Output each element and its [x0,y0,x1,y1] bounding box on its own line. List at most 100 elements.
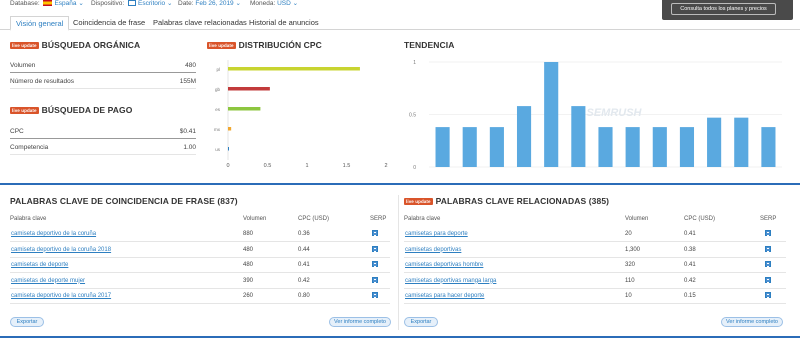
column-separator [398,195,399,330]
col-serp: SERP [760,216,777,222]
category-label: gb [215,87,221,92]
table-row: camiseta deportivo de la coruña 2018 480 0… [10,243,390,258]
trend-chart: 1 0.5 0 SEMRUSH [409,60,782,171]
pricing-button[interactable]: Consulta todos los planes y precios [671,3,776,15]
date-filter[interactable]: Date: Feb 26, 2019 ⌄ [178,0,241,8]
table-row: camisetas para hacer deporte 10 0.15 [404,289,786,304]
keyword-link[interactable]: camisetas de deporte [11,262,68,268]
chevron-down-icon: ⌄ [235,0,241,7]
keyword-link[interactable]: camisetas deportivas hombre [405,262,483,268]
watermark: SEMRUSH [586,107,642,119]
col-keyword: Palabra clave [404,216,441,222]
volume-cell: 880 [243,231,254,237]
trend-bar [435,127,450,167]
x-tick-label: 1.5 [343,163,351,169]
trend-bar [625,127,640,167]
volume-cell: 10 [625,293,632,299]
tab-phrase-match[interactable]: Coincidencia de frase [68,16,150,29]
volume-cell: 480 [243,262,254,268]
trend-title: TENDENCIA [404,40,455,50]
keyword-link[interactable]: camiseta deportivo de la coruña 2017 [11,293,111,299]
table-row: camisetas de deporte mujer 390 0.42 [10,274,390,289]
keyword-link[interactable]: camisetas para hacer deporte [405,293,484,299]
device-filter[interactable]: Dispositivo: Escritorio ⌄ [91,0,172,8]
keyword-link[interactable]: camisetas deportivas manga larga [405,278,496,284]
trend-bar [462,127,477,167]
organic-title: live update BÚSQUEDA ORGÁNICA [10,40,141,50]
keyword-link[interactable]: camiseta deportivo de la coruña [11,231,96,237]
tab-overview[interactable]: Visión general [10,16,70,31]
col-volume: Volumen [243,216,267,222]
serp-icon[interactable] [765,230,771,236]
serp-icon[interactable] [765,261,771,267]
col-serp: SERP [370,216,387,222]
export-button[interactable]: Exportar [10,317,44,327]
trend-bar [679,127,695,167]
cpc-cell: 0.38 [684,246,696,253]
trend-bar [489,127,504,167]
cpc-cell: 0.42 [684,277,696,284]
organic-volume-row: Volumen 480 [10,59,196,73]
bottom-divider [0,336,800,338]
volume-cell: 110 [625,277,635,284]
chevron-down-icon: ⌄ [78,0,84,7]
paid-cpc-row: CPC $0.41 [10,125,196,139]
full-report-button[interactable]: Ver informe completo [721,317,783,327]
x-tick-label: 2 [384,163,387,169]
trend-bar [516,106,532,167]
desktop-icon [128,0,137,6]
spain-flag-icon [43,0,53,6]
volume-cell: 320 [625,262,636,268]
full-report-button[interactable]: Ver informe completo [329,317,391,327]
trend-bar [761,127,776,167]
phrase-title: PALABRAS CLAVE DE COINCIDENCIA DE FRASE … [10,196,238,206]
x-tick-label: 0.5 [264,163,272,169]
y-tick-label: 0.5 [409,113,416,119]
cpc-bar [228,67,360,71]
serp-icon[interactable] [372,292,378,298]
col-keyword: Palabra clave [10,216,47,222]
cpc-cell: 0.80 [298,293,310,299]
trend-bar [707,117,722,167]
y-tick-label: 0 [413,165,416,171]
organic-results-row: Número de resultados 155M [10,75,196,89]
serp-icon[interactable] [765,292,771,298]
y-tick-label: 1 [413,60,416,66]
serp-icon[interactable] [372,245,378,252]
volume-cell: 390 [243,277,254,284]
section-divider [0,183,800,185]
paid-competition-row: Competencia 1.00 [10,141,196,155]
related-title: live update PALABRAS CLAVE RELACIONADAS (… [404,196,610,206]
export-button[interactable]: Exportar [404,317,438,327]
serp-icon[interactable] [765,245,771,252]
chevron-down-icon: ⌄ [166,0,173,7]
live-update-badge: live update [207,42,236,49]
table-row: camisetas para deporte 20 0.41 [404,227,786,242]
currency-filter[interactable]: Moneda: USD ⌄ [250,0,298,8]
keyword-link[interactable]: camisetas de deporte mujer [11,278,85,284]
cpc-cell: 0.41 [684,231,696,237]
serp-icon[interactable] [765,276,771,283]
keyword-link[interactable]: camiseta deportivo de la coruña 2018 [11,247,111,253]
tab-related-keywords[interactable]: Palabras clave relacionadas [148,16,252,29]
keyword-link[interactable]: camisetas deportivas [405,247,461,253]
table-row: camiseta deportivo de la coruña 880 0.36 [10,227,390,242]
table-row: camisetas deportivas hombre 320 0.41 [404,258,786,273]
trend-bar [734,117,749,167]
trend-bar [544,62,559,167]
serp-icon[interactable] [372,230,378,236]
keyword-link[interactable]: camisetas para deporte [405,231,468,237]
cpc-bar [228,87,270,91]
cpc-bar [228,147,229,151]
live-update-badge: live update [10,42,39,49]
table-row: camisetas de deporte 480 0.41 [10,258,390,273]
serp-icon[interactable] [372,276,378,283]
volume-cell: 480 [243,246,254,253]
tab-ads-history[interactable]: Historial de anuncios [244,16,324,29]
database-filter[interactable]: Database: España ⌄ [10,0,84,8]
col-cpc: CPC (USD) [684,216,715,222]
cpc-cell: 0.41 [684,262,696,268]
volume-cell: 1,300 [625,246,641,253]
category-label: mx [214,127,221,132]
serp-icon[interactable] [372,261,378,267]
